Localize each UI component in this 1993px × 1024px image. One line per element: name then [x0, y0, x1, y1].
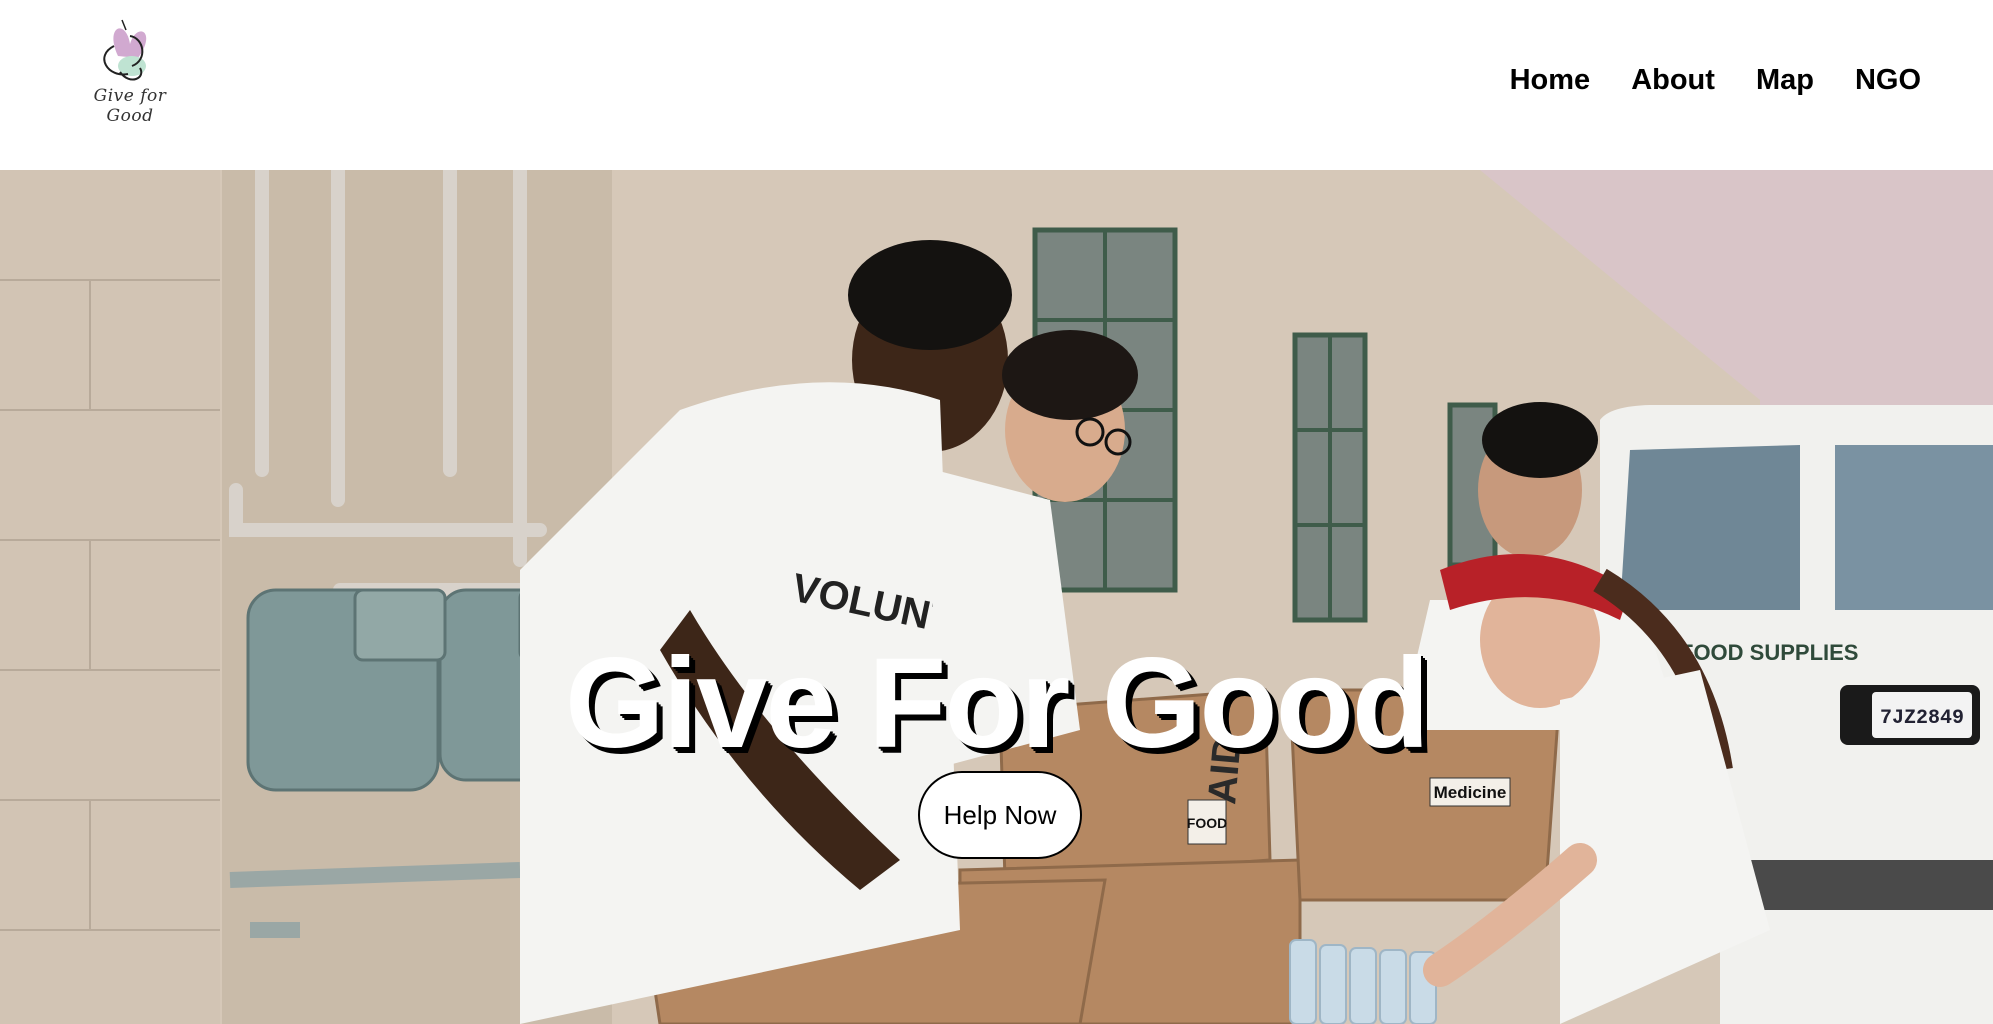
- nav-about[interactable]: About: [1631, 64, 1715, 97]
- medicine-box-label: Medicine: [1434, 783, 1507, 802]
- food-box-label: FOOD: [1187, 815, 1227, 831]
- nav-home[interactable]: Home: [1510, 64, 1591, 97]
- site-header: Give for Good Home About Map NGO: [0, 0, 1993, 170]
- main-nav: Home About Map NGO: [1510, 64, 1921, 97]
- logo-text: Give for Good: [93, 86, 167, 126]
- nav-ngo[interactable]: NGO: [1855, 64, 1921, 97]
- hero-section: 7JZ2849 FOOD SUPPLIES FOOD Medicine AID …: [0, 170, 1993, 1024]
- hero-photo: 7JZ2849 FOOD SUPPLIES FOOD Medicine AID …: [0, 170, 1993, 1024]
- nav-map[interactable]: Map: [1756, 64, 1814, 97]
- help-now-button[interactable]: Help Now: [918, 771, 1082, 859]
- hero-title: Give For Good: [565, 632, 1430, 775]
- site-logo[interactable]: Give for Good: [74, 16, 186, 126]
